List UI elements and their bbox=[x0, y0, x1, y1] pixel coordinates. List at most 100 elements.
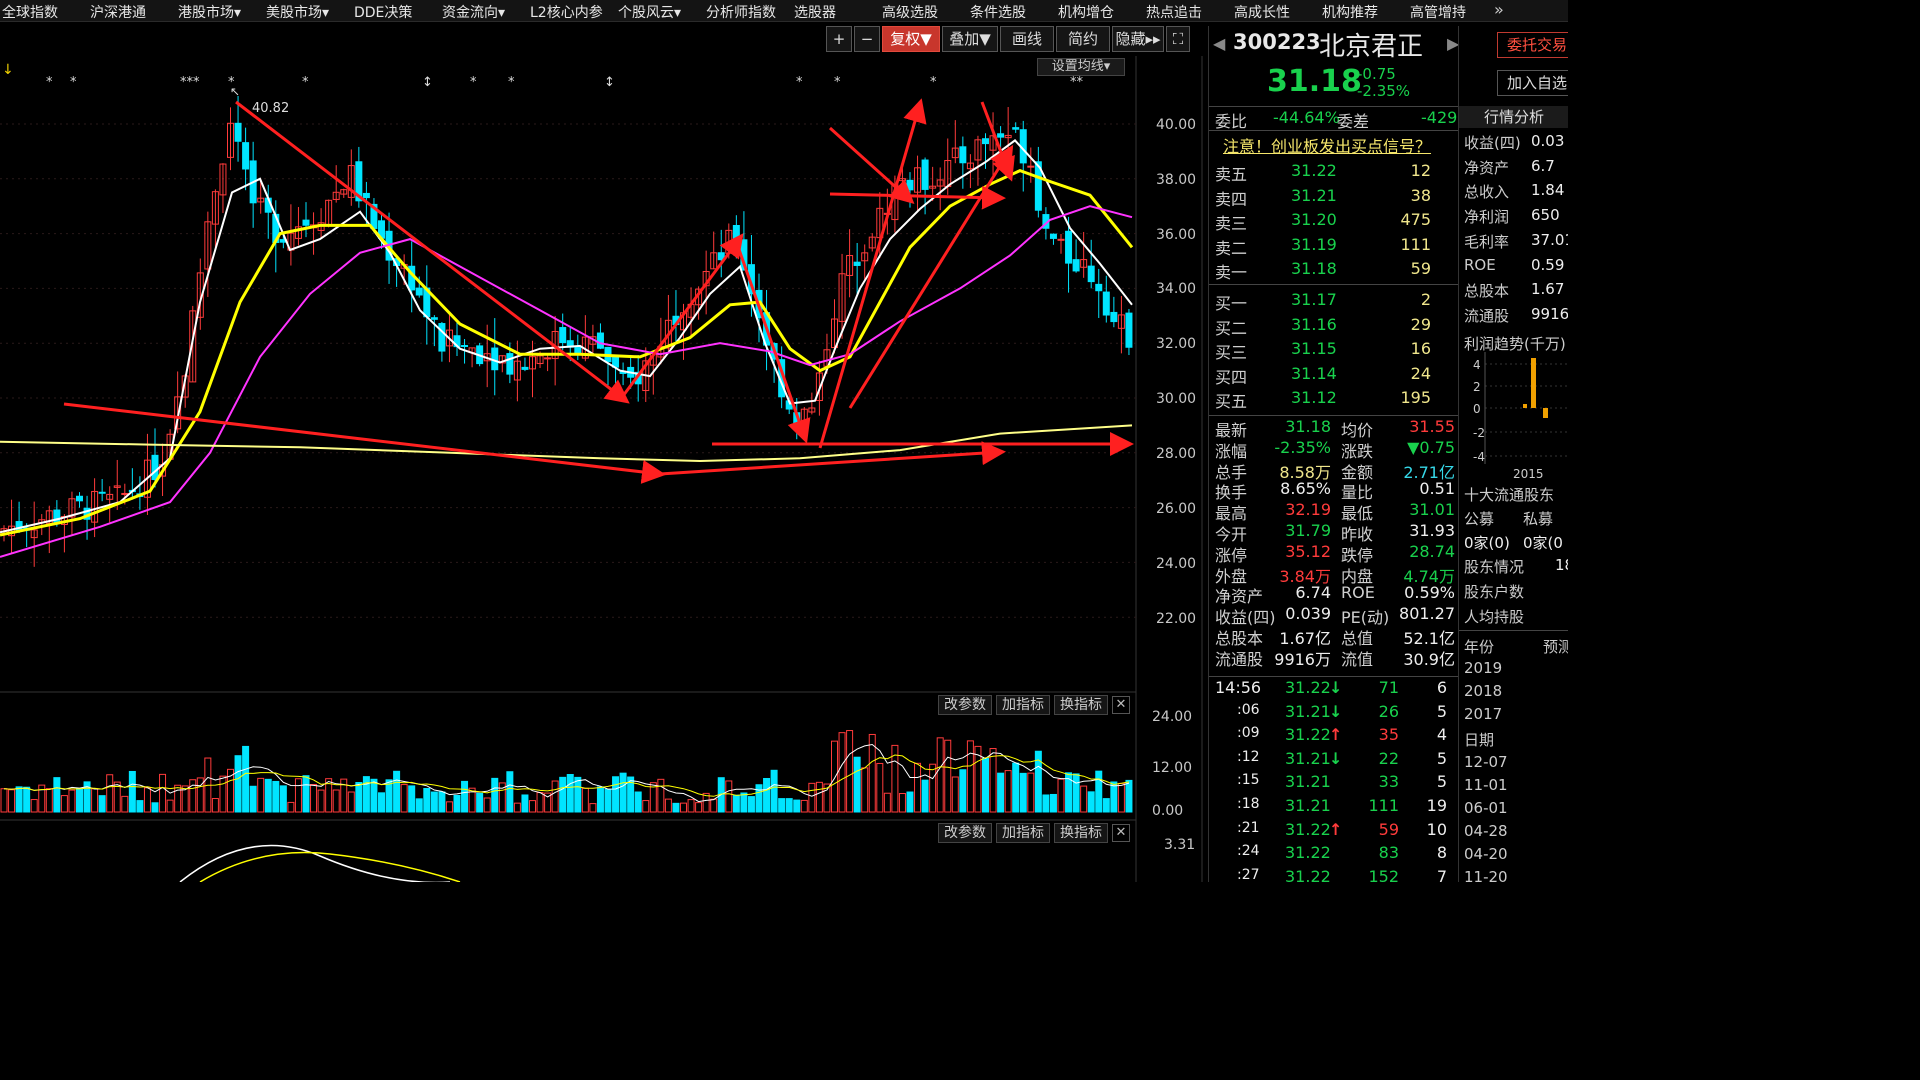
quote-header: ◀ 300223 北京君正 ▶ 31.18 -0.75 -2.35% bbox=[1209, 26, 1459, 106]
tick-row[interactable]: :12 31.21 ↓ 22 5 bbox=[1215, 749, 1455, 770]
buy-signal-alert[interactable]: 注意！创业板发出买点信号？ bbox=[1223, 133, 1463, 156]
tick-volume: 71 bbox=[1378, 678, 1399, 697]
nav-stock-picker[interactable]: 选股器 bbox=[794, 2, 836, 22]
nav-condition-pick[interactable]: 条件选股 bbox=[970, 2, 1026, 22]
zoom-out-button[interactable]: − bbox=[854, 26, 880, 52]
tick-time: :18 bbox=[1237, 796, 1260, 812]
stat-label: 流通股 bbox=[1215, 649, 1264, 669]
date-item: 11-20 bbox=[1464, 868, 1508, 882]
candlestick-chart[interactable]: ↖* * *** * * ↕ * * ↕ * * * **↓ bbox=[0, 56, 1206, 882]
holders-title[interactable]: 十大流通股东 bbox=[1464, 484, 1554, 505]
stat-row: 最新 31.18 均价 31.55 bbox=[1215, 417, 1455, 440]
tick-row[interactable]: :21 31.22 ↑ 59 10 bbox=[1215, 820, 1455, 841]
ask-row[interactable]: 卖二 31.19 111 bbox=[1215, 235, 1455, 258]
tick-count: 8 bbox=[1436, 843, 1447, 863]
stat-value: 0.039 bbox=[1285, 604, 1331, 624]
bid-row[interactable]: 买二 31.16 29 bbox=[1215, 315, 1455, 338]
nav-global-index[interactable]: 全球指数 bbox=[2, 2, 58, 22]
nav-stock-news[interactable]: 个股风云▾ bbox=[618, 2, 681, 22]
y-label: 22.00 bbox=[1156, 611, 1197, 627]
nav-inst-recommend[interactable]: 机构推荐 bbox=[1322, 2, 1378, 22]
macd-switch-indicator-button[interactable]: 换指标 bbox=[1054, 823, 1108, 843]
volume-bar bbox=[128, 770, 136, 813]
date-item: 06-01 bbox=[1464, 799, 1508, 817]
vol-add-indicator-button[interactable]: 加指标 bbox=[996, 695, 1050, 715]
volume-bar bbox=[1042, 794, 1050, 813]
divider bbox=[1209, 130, 1459, 131]
nav-hk-connect[interactable]: 沪深港通 bbox=[90, 2, 146, 22]
bid-row[interactable]: 买三 31.15 16 bbox=[1215, 339, 1455, 362]
fundamental-value: 1.67 bbox=[1531, 280, 1565, 299]
private-value: 0家(0 bbox=[1523, 534, 1563, 552]
tick-row[interactable]: :18 31.21 111 19 bbox=[1215, 796, 1455, 817]
volume-bar bbox=[921, 779, 929, 813]
tick-row[interactable]: :15 31.21 33 5 bbox=[1215, 772, 1455, 793]
tick-price: 31.21 bbox=[1285, 748, 1331, 768]
fullscreen-icon[interactable]: ⛶ bbox=[1166, 26, 1190, 52]
tick-count: 7 bbox=[1436, 866, 1447, 886]
stat-row: 总手 8.58万 金额 2.71亿 bbox=[1215, 459, 1455, 482]
divider bbox=[1459, 630, 1568, 631]
volume-bar bbox=[853, 756, 861, 813]
annotation-arrow bbox=[828, 126, 915, 205]
volume-bar bbox=[778, 798, 786, 813]
bid-row[interactable]: 买一 31.17 2 bbox=[1215, 290, 1455, 313]
nav-exec-increase[interactable]: 高管增持 bbox=[1410, 2, 1466, 22]
tick-row[interactable]: :27 31.22 152 7 bbox=[1215, 867, 1455, 888]
ask-price: 31.18 bbox=[1291, 259, 1337, 278]
nav-more-icon[interactable]: » bbox=[1494, 0, 1504, 19]
adjust-rights-button[interactable]: 复权▼ bbox=[882, 26, 940, 52]
volume-bar bbox=[476, 792, 484, 813]
nav-dde[interactable]: DDE决策 bbox=[354, 2, 412, 22]
nav-inst-add[interactable]: 机构增仓 bbox=[1058, 2, 1114, 22]
nav-hk-market[interactable]: 港股市场▾ bbox=[178, 2, 241, 22]
candle-body bbox=[76, 495, 83, 502]
simple-mode-button[interactable]: 简约 bbox=[1056, 26, 1110, 52]
vol-close-icon[interactable]: ✕ bbox=[1112, 696, 1130, 714]
tick-row[interactable]: :06 31.21 ↓ 26 5 bbox=[1215, 702, 1455, 723]
prev-stock-icon[interactable]: ◀ bbox=[1213, 34, 1225, 53]
macd-edit-params-button[interactable]: 改参数 bbox=[938, 823, 992, 843]
nav-hotspot[interactable]: 热点追击 bbox=[1146, 2, 1202, 22]
ask-row[interactable]: 卖四 31.21 38 bbox=[1215, 185, 1455, 209]
tick-row[interactable]: :24 31.22 83 8 bbox=[1215, 843, 1455, 864]
zoom-in-button[interactable]: + bbox=[826, 26, 852, 52]
ask-row[interactable]: 卖一 31.18 59 bbox=[1215, 259, 1455, 282]
stat-value: -2.35% bbox=[1274, 437, 1331, 457]
nav-us-market[interactable]: 美股市场▾ bbox=[266, 2, 329, 22]
signal-marker: * bbox=[228, 75, 235, 90]
candle-body bbox=[521, 366, 529, 370]
weibi-value: -44.64% bbox=[1273, 108, 1340, 127]
volume-bar bbox=[883, 792, 891, 813]
volume-bar bbox=[989, 748, 997, 813]
nav-high-growth[interactable]: 高成长性 bbox=[1234, 2, 1290, 22]
stat-value: 31.01 bbox=[1409, 500, 1455, 520]
analysis-title[interactable]: 行情分析 bbox=[1459, 106, 1568, 128]
volume-bar bbox=[1117, 782, 1125, 813]
macd-add-indicator-button[interactable]: 加指标 bbox=[996, 823, 1050, 843]
ask-price: 31.21 bbox=[1291, 185, 1337, 205]
overlay-button[interactable]: 叠加▼ bbox=[942, 26, 998, 52]
tick-row[interactable]: 14:56 31.22 ↓ 71 6 bbox=[1215, 678, 1455, 699]
ask-row[interactable]: 卖五 31.22 12 bbox=[1215, 161, 1455, 184]
volume-bar bbox=[272, 780, 280, 813]
bid-row[interactable]: 买五 31.12 195 bbox=[1215, 388, 1455, 411]
fundamental-label: 收益(四) bbox=[1464, 134, 1521, 152]
bid-label: 买四 bbox=[1215, 367, 1248, 387]
trade-button[interactable]: 委托交易 bbox=[1497, 32, 1568, 58]
bid-row[interactable]: 买四 31.14 24 bbox=[1215, 364, 1455, 387]
hide-button[interactable]: 隐藏▸▸ bbox=[1112, 26, 1164, 52]
nav-l2-insider[interactable]: L2核心内参 bbox=[530, 2, 603, 22]
volume-bar bbox=[1110, 781, 1118, 813]
ask-volume: 59 bbox=[1410, 259, 1431, 278]
vol-edit-params-button[interactable]: 改参数 bbox=[938, 695, 992, 715]
draw-line-button[interactable]: 画线 bbox=[1000, 26, 1054, 52]
nav-analyst-index[interactable]: 分析师指数 bbox=[706, 2, 776, 22]
ask-row[interactable]: 卖三 31.20 475 bbox=[1215, 210, 1455, 233]
tick-row[interactable]: :09 31.22 ↑ 35 4 bbox=[1215, 725, 1455, 746]
nav-fund-flow[interactable]: 资金流向▾ bbox=[442, 2, 505, 22]
vol-switch-indicator-button[interactable]: 换指标 bbox=[1054, 695, 1108, 715]
macd-close-icon[interactable]: ✕ bbox=[1112, 824, 1130, 842]
add-watchlist-button[interactable]: 加入自选 bbox=[1497, 70, 1568, 96]
nav-advanced-pick[interactable]: 高级选股 bbox=[882, 2, 938, 22]
